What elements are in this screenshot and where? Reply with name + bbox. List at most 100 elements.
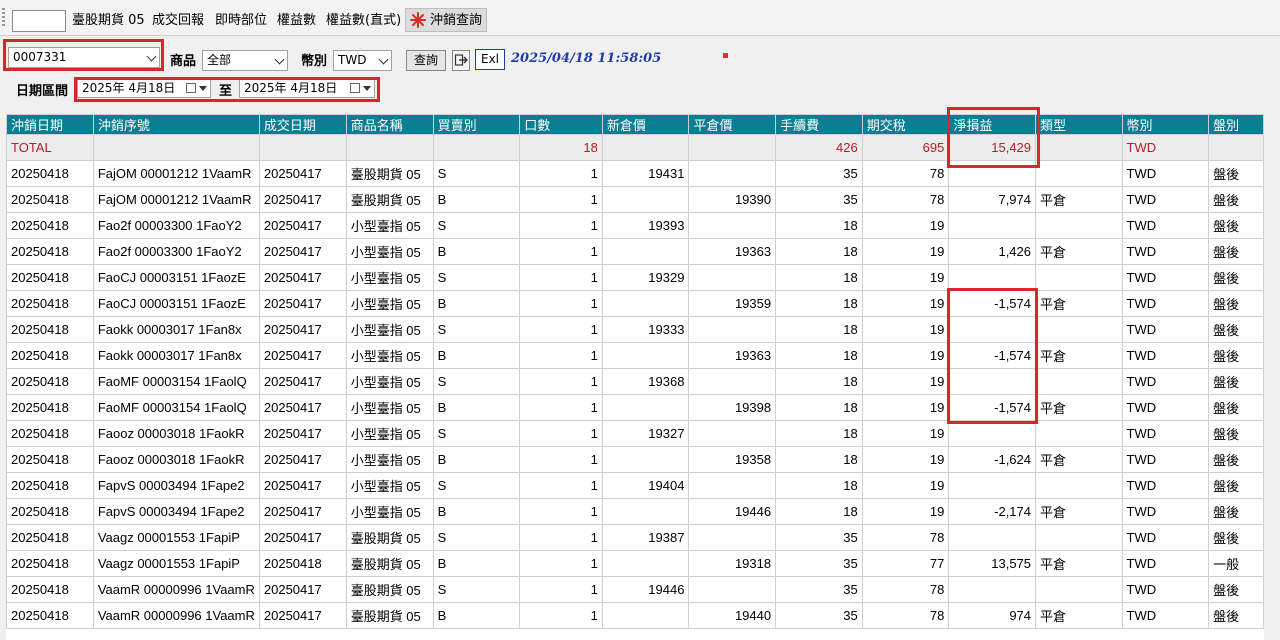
table-cell: 小型臺指 05 bbox=[345, 420, 434, 447]
table-cell: 小型臺指 05 bbox=[345, 212, 434, 239]
table-cell: 臺股期貨 05 bbox=[345, 186, 434, 213]
column-header[interactable]: 期交稅 bbox=[861, 114, 950, 135]
table-cell: 20250418 bbox=[6, 524, 94, 551]
table-row[interactable]: 20250418 FaoCJ 00003151 1FaozE 20250417 小型臺… bbox=[6, 264, 1264, 291]
tab-positions[interactable]: 即時部位 bbox=[215, 11, 267, 31]
excel-button[interactable]: Exl bbox=[475, 49, 505, 70]
table-row[interactable]: 20250418 FaoCJ 00003151 1FaozE 20250417 小型臺… bbox=[6, 290, 1264, 317]
status-indicator-dot bbox=[723, 53, 728, 58]
table-row[interactable]: 20250418 FajOM 00001212 1VaamR 20250417 臺股期… bbox=[6, 160, 1264, 187]
tab-trade-report[interactable]: 成交回報 bbox=[152, 11, 204, 31]
date-from-value: 2025年 4月18日 bbox=[82, 81, 176, 95]
table-cell: 19387 bbox=[601, 524, 690, 551]
table-cell bbox=[601, 342, 690, 369]
table-cell: FapvS 00003494 1Fape2 bbox=[92, 472, 260, 499]
export-button[interactable] bbox=[452, 50, 470, 71]
table-cell: TWD bbox=[1121, 368, 1210, 395]
tab-taiex-futures[interactable]: 臺股期貨 05 bbox=[72, 11, 145, 31]
table-cell: 臺股期貨 05 bbox=[345, 524, 434, 551]
table-cell: 平倉 bbox=[1035, 290, 1123, 317]
table-cell: 小型臺指 05 bbox=[345, 394, 434, 421]
table-cell: 盤後 bbox=[1208, 420, 1264, 447]
table-cell: 19390 bbox=[688, 186, 777, 213]
table-cell: 20250418 bbox=[6, 290, 94, 317]
table-cell: 78 bbox=[861, 602, 950, 629]
table-row[interactable]: 20250418 Faokk 00003017 1Fan8x 20250417 小型臺… bbox=[6, 342, 1264, 369]
table-cell: 臺股期貨 05 bbox=[345, 160, 434, 187]
product-select[interactable]: 全部 bbox=[202, 50, 288, 71]
table-cell: 盤後 bbox=[1208, 498, 1264, 525]
column-header[interactable]: 盤別 bbox=[1208, 114, 1264, 135]
table-cell bbox=[601, 186, 690, 213]
table-cell: 20250417 bbox=[258, 160, 347, 187]
column-header[interactable]: 沖銷序號 bbox=[92, 114, 260, 135]
table-row[interactable]: 20250418 VaamR 00000996 1VaamR 20250417 臺股期… bbox=[6, 576, 1264, 603]
table-cell bbox=[688, 316, 777, 343]
tab-equity[interactable]: 權益數 bbox=[277, 11, 316, 31]
table-row[interactable]: 20250418 Fao2f 00003300 1FaoY2 20250417 小型臺… bbox=[6, 212, 1264, 239]
table-row[interactable]: 20250418 VaamR 00000996 1VaamR 20250417 臺股期… bbox=[6, 602, 1264, 629]
table-row[interactable]: 20250418 FaoMF 00003154 1FaolQ 20250417 小型臺… bbox=[6, 368, 1264, 395]
date-to-picker[interactable]: 2025年 4月18日 bbox=[239, 79, 375, 98]
column-header[interactable]: 類型 bbox=[1035, 114, 1123, 135]
table-row[interactable]: 20250418 Faooz 00003018 1FaokR 20250417 小型臺… bbox=[6, 420, 1264, 447]
table-row[interactable]: 20250418 Fao2f 00003300 1FaoY2 20250417 小型臺… bbox=[6, 238, 1264, 265]
table-row[interactable]: 20250418 FajOM 00001212 1VaamR 20250417 臺股期… bbox=[6, 186, 1264, 213]
account-select[interactable]: 0007331 bbox=[8, 47, 160, 68]
table-row[interactable]: 20250418 Vaagz 00001553 1FapiP 20250418 臺股期… bbox=[6, 550, 1264, 577]
table-cell bbox=[345, 134, 434, 161]
table-cell: 1 bbox=[519, 394, 603, 421]
tab-offset-query[interactable]: 沖銷查詢 bbox=[405, 8, 488, 32]
table-cell: 1 bbox=[519, 160, 603, 187]
table-cell: B bbox=[432, 498, 521, 525]
table-row[interactable]: 20250418 FaoMF 00003154 1FaolQ 20250417 小型臺… bbox=[6, 394, 1264, 421]
table-cell: TWD bbox=[1121, 498, 1210, 525]
currency-select[interactable]: TWD bbox=[333, 50, 392, 71]
table-cell bbox=[688, 368, 777, 395]
vertical-scrollbar[interactable] bbox=[1264, 114, 1280, 640]
date-from-picker[interactable]: 2025年 4月18日 bbox=[77, 79, 211, 98]
table-row[interactable]: 20250418 Faooz 00003018 1FaokR 20250417 小型臺… bbox=[6, 446, 1264, 473]
table-row[interactable]: 20250418 Faokk 00003017 1Fan8x 20250417 小型臺… bbox=[6, 316, 1264, 343]
table-row[interactable]: 20250418 FapvS 00003494 1Fape2 20250417 小型臺… bbox=[6, 472, 1264, 499]
tab-equity-vertical[interactable]: 權益數(直式) bbox=[326, 11, 401, 31]
table-cell: TWD bbox=[1121, 238, 1210, 265]
tab-input-box[interactable] bbox=[12, 10, 66, 32]
table-row[interactable]: 20250418 FapvS 00003494 1Fape2 20250417 小型臺… bbox=[6, 498, 1264, 525]
table-cell: FapvS 00003494 1Fape2 bbox=[92, 498, 260, 525]
currency-label: 幣別 bbox=[301, 54, 328, 69]
table-cell: 35 bbox=[775, 576, 863, 603]
query-button[interactable]: 查詢 bbox=[406, 50, 446, 71]
column-header[interactable]: 沖銷日期 bbox=[6, 114, 94, 135]
offset-table: 沖銷日期 沖銷序號 成交日期 商品名稱 買賣別 口數 新倉價 平倉價 手續費 期交稅 淨損益 類型 幣別… bbox=[6, 114, 1264, 629]
column-header[interactable]: 成交日期 bbox=[258, 114, 347, 135]
column-header[interactable]: 新倉價 bbox=[601, 114, 690, 135]
column-header[interactable]: 淨損益 bbox=[948, 114, 1037, 135]
table-cell bbox=[258, 134, 347, 161]
table-cell: FaoMF 00003154 1FaolQ bbox=[92, 394, 260, 421]
table-cell: 18 bbox=[775, 290, 863, 317]
table-cell: 18 bbox=[775, 212, 863, 239]
column-header[interactable]: 商品名稱 bbox=[345, 114, 434, 135]
column-header[interactable]: 平倉價 bbox=[688, 114, 777, 135]
total-row[interactable]: TOTAL 18 426 695 15,429 TWD bbox=[6, 134, 1264, 161]
offset-results-grid[interactable]: 沖銷日期 沖銷序號 成交日期 商品名稱 買賣別 口數 新倉價 平倉價 手續費 期交稅 淨損益 類型 幣別… bbox=[6, 114, 1264, 640]
column-header[interactable]: 買賣別 bbox=[432, 114, 521, 135]
table-cell: TWD bbox=[1121, 472, 1210, 499]
column-header[interactable]: 口數 bbox=[519, 114, 603, 135]
table-cell: 盤後 bbox=[1208, 576, 1264, 603]
table-cell: 盤後 bbox=[1208, 524, 1264, 551]
table-cell: 20250417 bbox=[258, 316, 347, 343]
column-header[interactable]: 幣別 bbox=[1121, 114, 1210, 135]
column-header[interactable]: 手續費 bbox=[775, 114, 863, 135]
table-cell: 小型臺指 05 bbox=[345, 316, 434, 343]
table-cell: TWD bbox=[1121, 316, 1210, 343]
table-cell: 平倉 bbox=[1035, 342, 1123, 369]
table-row[interactable]: 20250418 Vaagz 00001553 1FapiP 20250417 臺股期… bbox=[6, 524, 1264, 551]
table-cell: TWD bbox=[1121, 134, 1210, 161]
toolbar-grip[interactable] bbox=[2, 8, 5, 28]
table-cell bbox=[1035, 524, 1123, 551]
table-cell: 1 bbox=[519, 446, 603, 473]
table-cell: 盤後 bbox=[1208, 316, 1264, 343]
table-cell: 盤後 bbox=[1208, 446, 1264, 473]
